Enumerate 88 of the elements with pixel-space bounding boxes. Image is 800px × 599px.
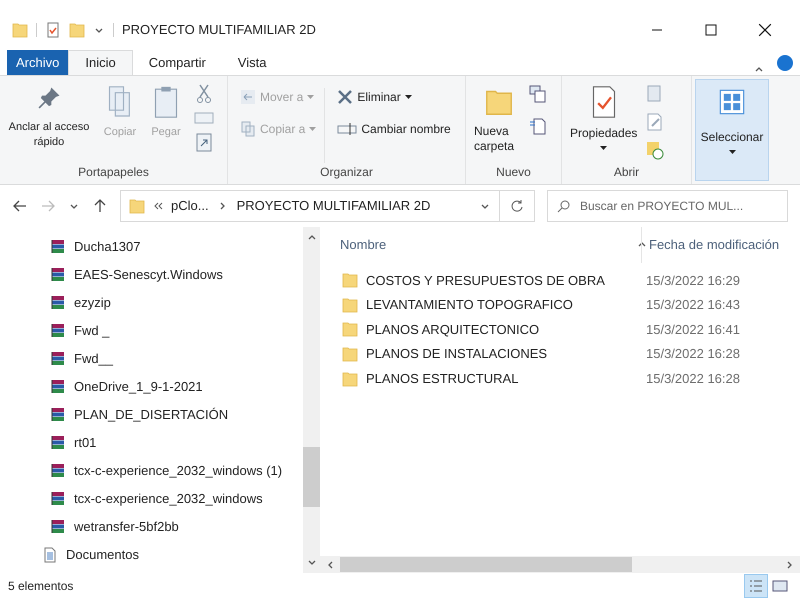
group-label: Portapapeles [77, 164, 150, 181]
properties-icon[interactable] [45, 22, 61, 38]
nav-item[interactable]: Fwd__ [50, 345, 303, 373]
nav-item[interactable]: ezyzip [50, 289, 303, 317]
pin-button[interactable]: Anclar al acceso rápido [4, 84, 94, 150]
select-button[interactable]: Seleccionar [695, 79, 769, 181]
search-field[interactable]: Buscar en PROYECTO MUL... [547, 190, 788, 222]
file-row[interactable]: PLANOS DE INSTALACIONES [320, 344, 626, 364]
file-row[interactable]: COSTOS Y PRESUPUESTOS DE OBRA [320, 270, 626, 290]
nav-item[interactable]: PLAN_DE_DISERTACIÓN [50, 401, 303, 429]
clipboard-icon [152, 84, 180, 120]
nav-item[interactable]: tcx-c-experience_2032_windows (1) [50, 457, 303, 485]
scissors-icon[interactable] [196, 84, 212, 104]
caret-icon [600, 146, 608, 150]
book-stack-icon [50, 463, 66, 479]
date-cell-text: 15/3/2022 16:43 [645, 296, 740, 314]
book-stack-icon [50, 295, 66, 311]
easy-access-icon[interactable] [528, 116, 548, 136]
group-label: Organizar [319, 164, 374, 181]
up-icon[interactable] [92, 198, 108, 214]
group-label: Abrir [612, 164, 640, 181]
date-cell-text: 15/3/2022 16:28 [645, 370, 740, 388]
text-cursor-icon [337, 121, 358, 137]
caret-icon [307, 95, 314, 99]
maximize-icon [705, 24, 717, 36]
rename-button[interactable]: Cambiar nombre [337, 120, 451, 138]
move-icon [240, 89, 256, 105]
nav-item[interactable]: Ducha1307 [50, 233, 303, 261]
book-stack-icon [50, 323, 66, 339]
picture-icon [772, 578, 788, 594]
nav-item[interactable]: OneDrive_1_9-1-2021 [50, 373, 303, 401]
book-stack-icon [50, 267, 66, 283]
window-title: PROYECTO MULTIFAMILIAR 2D [122, 21, 316, 40]
history-icon[interactable] [645, 140, 666, 160]
copy-icon [240, 121, 256, 137]
date-cell-text: 15/3/2022 16:28 [645, 345, 740, 364]
nav-item[interactable]: rt01 [50, 429, 303, 457]
date-cell-text: 15/3/2022 16:41 [645, 320, 740, 339]
delete-button[interactable]: Eliminar [337, 88, 451, 106]
column-header[interactable]: Fecha de modificación [642, 227, 780, 263]
book-stack-icon [50, 519, 66, 535]
column-header[interactable]: Nombre [320, 227, 636, 263]
grid-icon [718, 88, 746, 116]
nav-item[interactable]: tcx-c-experience_2032_windows [50, 485, 303, 513]
refresh-button[interactable] [500, 190, 535, 222]
document-icon [42, 547, 58, 563]
book-stack-icon [50, 407, 66, 423]
file-row[interactable]: PLANOS ESTRUCTURAL [320, 368, 626, 389]
refresh-icon [510, 199, 524, 213]
status-text: 5 elementos [8, 578, 74, 595]
close-icon [758, 23, 772, 37]
file-row[interactable]: PLANOS ARQUITECTONICO [320, 319, 626, 340]
properties-button[interactable]: Propiedades [570, 84, 638, 163]
paste-shortcut-icon[interactable] [196, 132, 212, 152]
x-icon [337, 89, 354, 105]
double-chevron-left-icon[interactable] [153, 201, 163, 211]
book-stack-icon [50, 435, 66, 451]
file-row[interactable]: LEVANTAMIENTO TOPOGRAFICO [320, 294, 626, 315]
ribbon-tab[interactable]: Archivo [7, 50, 68, 75]
folder-icon [12, 22, 28, 38]
date-cell-text: 15/3/2022 16:29 [645, 272, 740, 290]
new-folder-icon [69, 22, 85, 38]
nav-item[interactable]: Documentos [42, 541, 303, 569]
group-label: Nuevo [495, 164, 532, 181]
new-folder-button[interactable]: Nueva carpeta [474, 84, 524, 163]
nav-item[interactable]: wetransfer-5bf2bb [50, 513, 303, 541]
book-stack-icon [50, 379, 66, 395]
search-icon [557, 199, 571, 213]
horizontal-scrollbar[interactable] [320, 556, 800, 573]
book-stack-icon [50, 491, 66, 507]
details-list-icon [748, 578, 764, 594]
details-view-button[interactable] [744, 574, 768, 598]
caret-icon [309, 127, 316, 131]
book-stack-icon [50, 239, 66, 255]
caret-icon [404, 95, 412, 99]
nav-item[interactable]: EAES-Senescyt.Windows [50, 261, 303, 289]
caret-icon [728, 150, 736, 154]
address-bar[interactable]: pClo... PROYECTO MULTIFAMILIAR 2D [120, 190, 500, 222]
breadcrumb-item[interactable]: PROYECTO MULTIFAMILIAR 2D [236, 196, 430, 216]
breadcrumb-item[interactable]: pClo... [171, 196, 209, 216]
ribbon-tab[interactable]: Inicio [68, 50, 133, 75]
scrollbar-thumb[interactable] [303, 447, 320, 507]
scrollbar-thumb[interactable] [340, 557, 632, 572]
vertical-scrollbar[interactable] [303, 227, 320, 573]
book-stack-icon [50, 351, 66, 367]
new-item-icon[interactable] [528, 84, 548, 104]
back-icon[interactable] [12, 198, 28, 214]
nav-item[interactable]: Fwd _ [50, 317, 303, 345]
